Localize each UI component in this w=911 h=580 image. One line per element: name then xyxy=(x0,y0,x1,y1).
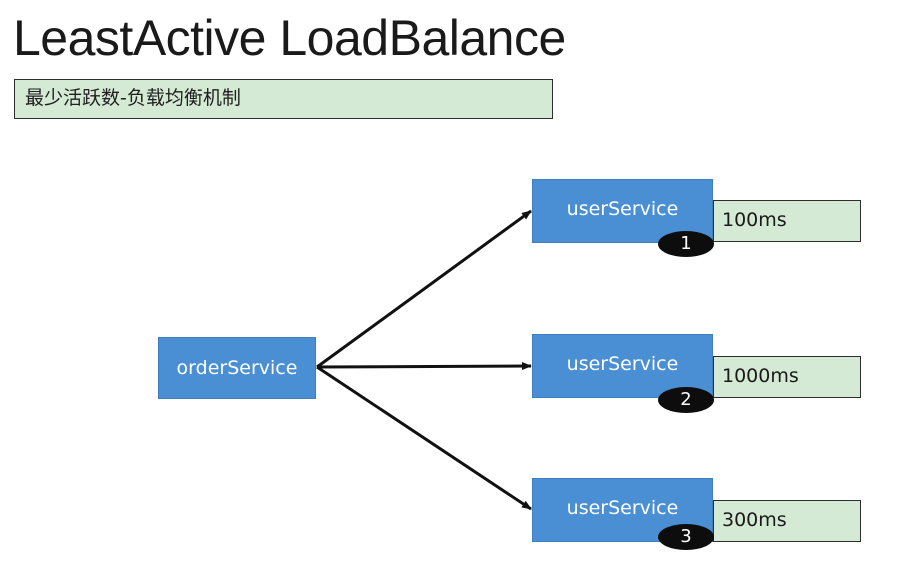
badge-3: 3 xyxy=(658,524,714,550)
arrow-to-user-service-2 xyxy=(316,362,532,371)
badge-1: 1 xyxy=(658,231,714,257)
latency-label-3: 300ms xyxy=(713,500,861,542)
arrow-to-user-service-3 xyxy=(316,365,532,511)
connection-arrows xyxy=(316,209,532,511)
latency-label-2: 1000ms xyxy=(713,356,861,398)
order-service-node: orderService xyxy=(158,337,316,399)
arrow-to-user-service-1 xyxy=(316,209,532,369)
badge-2: 2 xyxy=(658,387,714,413)
latency-label-1: 100ms xyxy=(713,200,861,242)
